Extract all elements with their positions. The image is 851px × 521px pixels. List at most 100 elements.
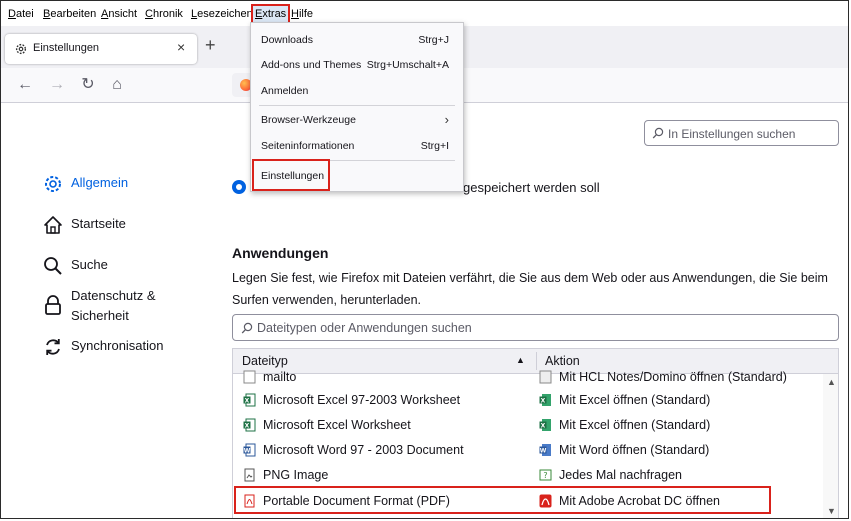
menu-item-label: Downloads: [261, 34, 313, 46]
menu-item-label: Seiteninformationen: [261, 140, 355, 152]
excel-file-icon: X: [243, 393, 256, 407]
menu-item-label: Einstellungen: [261, 170, 325, 182]
table-scrollbar[interactable]: ▲ ▼: [823, 374, 838, 518]
file-action[interactable]: Mit Word öffnen (Standard): [559, 443, 709, 457]
menu-bearbeiten[interactable]: Bearbeiten: [43, 7, 96, 21]
applications-description-line2: Surfen verwenden, herunterladen.: [232, 293, 422, 307]
sidebar-item-label: Datenschutz &: [71, 288, 156, 303]
new-tab-button[interactable]: +: [205, 35, 216, 56]
scroll-down-icon[interactable]: ▼: [827, 506, 836, 516]
table-row[interactable]: W Microsoft Word 97 - 2003 Document W Mi…: [233, 438, 823, 463]
lock-icon: [45, 295, 61, 315]
search-icon: [241, 322, 253, 334]
pdf-file-icon: [244, 494, 255, 508]
svg-text:W: W: [540, 447, 547, 454]
menu-item-label: Add-ons und Themes: [261, 59, 362, 71]
gear-icon: [15, 43, 27, 55]
sort-ascending-icon: ▲: [516, 355, 525, 365]
home-icon: [44, 216, 62, 234]
submenu-arrow-icon: ›: [444, 112, 449, 127]
excel-app-icon: X: [539, 394, 551, 406]
search-icon: [44, 257, 62, 275]
menu-item-anmelden[interactable]: Anmelden: [251, 79, 463, 103]
reload-icon[interactable]: ↻: [80, 77, 96, 93]
search-icon: [652, 127, 664, 139]
file-types-search-input[interactable]: Dateitypen oder Anwendungen suchen: [232, 314, 839, 341]
menu-item-browser-werkzeuge[interactable]: Browser-Werkzeuge ›: [251, 108, 463, 132]
file-type-name: Microsoft Word 97 - 2003 Document: [263, 443, 464, 457]
file-type-name: Microsoft Excel 97-2003 Worksheet: [263, 393, 461, 407]
file-action[interactable]: Mit Excel öffnen (Standard): [559, 418, 710, 432]
file-action[interactable]: Mit Excel öffnen (Standard): [559, 393, 710, 407]
sidebar-item-label: Synchronisation: [71, 338, 164, 353]
table-row[interactable]: PNG Image ? Jedes Mal nachfragen: [233, 463, 823, 488]
tab-title: Einstellungen: [33, 42, 100, 54]
svg-text:X: X: [245, 422, 250, 429]
scroll-up-icon[interactable]: ▲: [827, 377, 836, 387]
sync-icon: [46, 339, 60, 355]
menu-item-shortcut: Strg+I: [420, 140, 449, 152]
settings-search-input[interactable]: In Einstellungen suchen: [644, 120, 839, 146]
tab-close-icon[interactable]: ×: [177, 39, 185, 55]
menu-lesezeichen[interactable]: Lesezeichen: [191, 7, 253, 21]
svg-text:?: ?: [543, 471, 547, 480]
menu-ansicht[interactable]: Ansicht: [101, 7, 137, 21]
word-app-icon: W: [539, 444, 551, 456]
applications-description: Legen Sie fest, wie Firefox mit Dateien …: [232, 267, 832, 311]
ask-icon: ?: [539, 469, 552, 481]
sidebar-item-label: Allgemein: [71, 175, 129, 190]
file-types-search-placeholder: Dateitypen oder Anwendungen suchen: [257, 321, 472, 335]
word-file-icon: W: [243, 443, 256, 457]
download-option-text: gespeichert werden soll: [463, 180, 600, 195]
menu-chronik[interactable]: Chronik: [145, 7, 183, 21]
applications-heading: Anwendungen: [232, 245, 329, 261]
menu-datei[interactable]: Datei: [8, 7, 34, 21]
svg-text:W: W: [244, 447, 251, 454]
notes-app-icon: [539, 370, 552, 384]
excel-file-icon: X: [243, 418, 256, 432]
svg-text:X: X: [541, 397, 546, 404]
menu-hilfe[interactable]: Hilfe: [291, 7, 313, 21]
settings-search-placeholder: In Einstellungen suchen: [668, 127, 796, 141]
menu-item-label: Anmelden: [261, 85, 309, 97]
file-type-name: Microsoft Excel Worksheet: [263, 418, 411, 432]
applications-table: Dateityp ▲ Aktion mailto Mit HCL Notes/D…: [232, 348, 839, 519]
menu-extras[interactable]: Extras: [251, 4, 291, 24]
excel-app-icon: X: [539, 419, 551, 431]
menu-item-downloads[interactable]: Downloads Strg+J: [251, 28, 463, 52]
menu-item-einstellungen[interactable]: Einstellungen: [251, 164, 463, 188]
table-row[interactable]: mailto Mit HCL Notes/Domino öffnen (Stan…: [233, 365, 823, 390]
menu-item-shortcut: Strg+Umschalt+A: [366, 59, 449, 71]
file-type-name: mailto: [263, 370, 297, 384]
menu-item-label: Browser-Werkzeuge: [261, 114, 356, 126]
file-action[interactable]: Mit HCL Notes/Domino öffnen (Standard): [559, 370, 787, 384]
sidebar-item-label: Suche: [71, 257, 108, 272]
table-row[interactable]: X Microsoft Excel 97-2003 Worksheet X Mi…: [233, 388, 823, 413]
menu-item-seiteninformationen[interactable]: Seiteninformationen Strg+I: [251, 134, 463, 158]
forward-icon[interactable]: →: [49, 77, 65, 93]
png-file-icon: [244, 468, 255, 482]
back-icon[interactable]: ←: [17, 77, 33, 93]
svg-text:X: X: [541, 422, 546, 429]
menu-separator: [259, 160, 455, 161]
menu-separator: [259, 105, 455, 106]
menu-item-addons[interactable]: Add-ons und Themes Strg+Umschalt+A: [251, 53, 463, 77]
svg-text:X: X: [245, 397, 250, 404]
table-row[interactable]: X Microsoft Excel Worksheet X Mit Excel …: [233, 413, 823, 438]
download-location-radio[interactable]: [232, 180, 246, 194]
file-action[interactable]: Jedes Mal nachfragen: [559, 468, 682, 482]
menu-item-shortcut: Strg+J: [418, 34, 449, 46]
gear-icon: [45, 176, 61, 192]
acrobat-app-icon: [539, 494, 552, 508]
table-row[interactable]: Portable Document Format (PDF) Mit Adobe…: [233, 489, 823, 514]
file-type-name: PNG Image: [263, 468, 329, 482]
tab-einstellungen[interactable]: Einstellungen ×: [5, 34, 197, 64]
file-action[interactable]: Mit Adobe Acrobat DC öffnen: [559, 494, 720, 508]
home-icon[interactable]: ⌂: [109, 77, 125, 93]
sidebar-item-label: Startseite: [71, 216, 126, 231]
sidebar-item-label-line2: Sicherheit: [71, 308, 129, 323]
file-type-name: Portable Document Format (PDF): [263, 494, 450, 508]
mail-file-icon: [243, 370, 256, 384]
applications-description-line1: Legen Sie fest, wie Firefox mit Dateien …: [232, 271, 828, 285]
extras-menu: Downloads Strg+J Add-ons und Themes Strg…: [250, 22, 464, 192]
